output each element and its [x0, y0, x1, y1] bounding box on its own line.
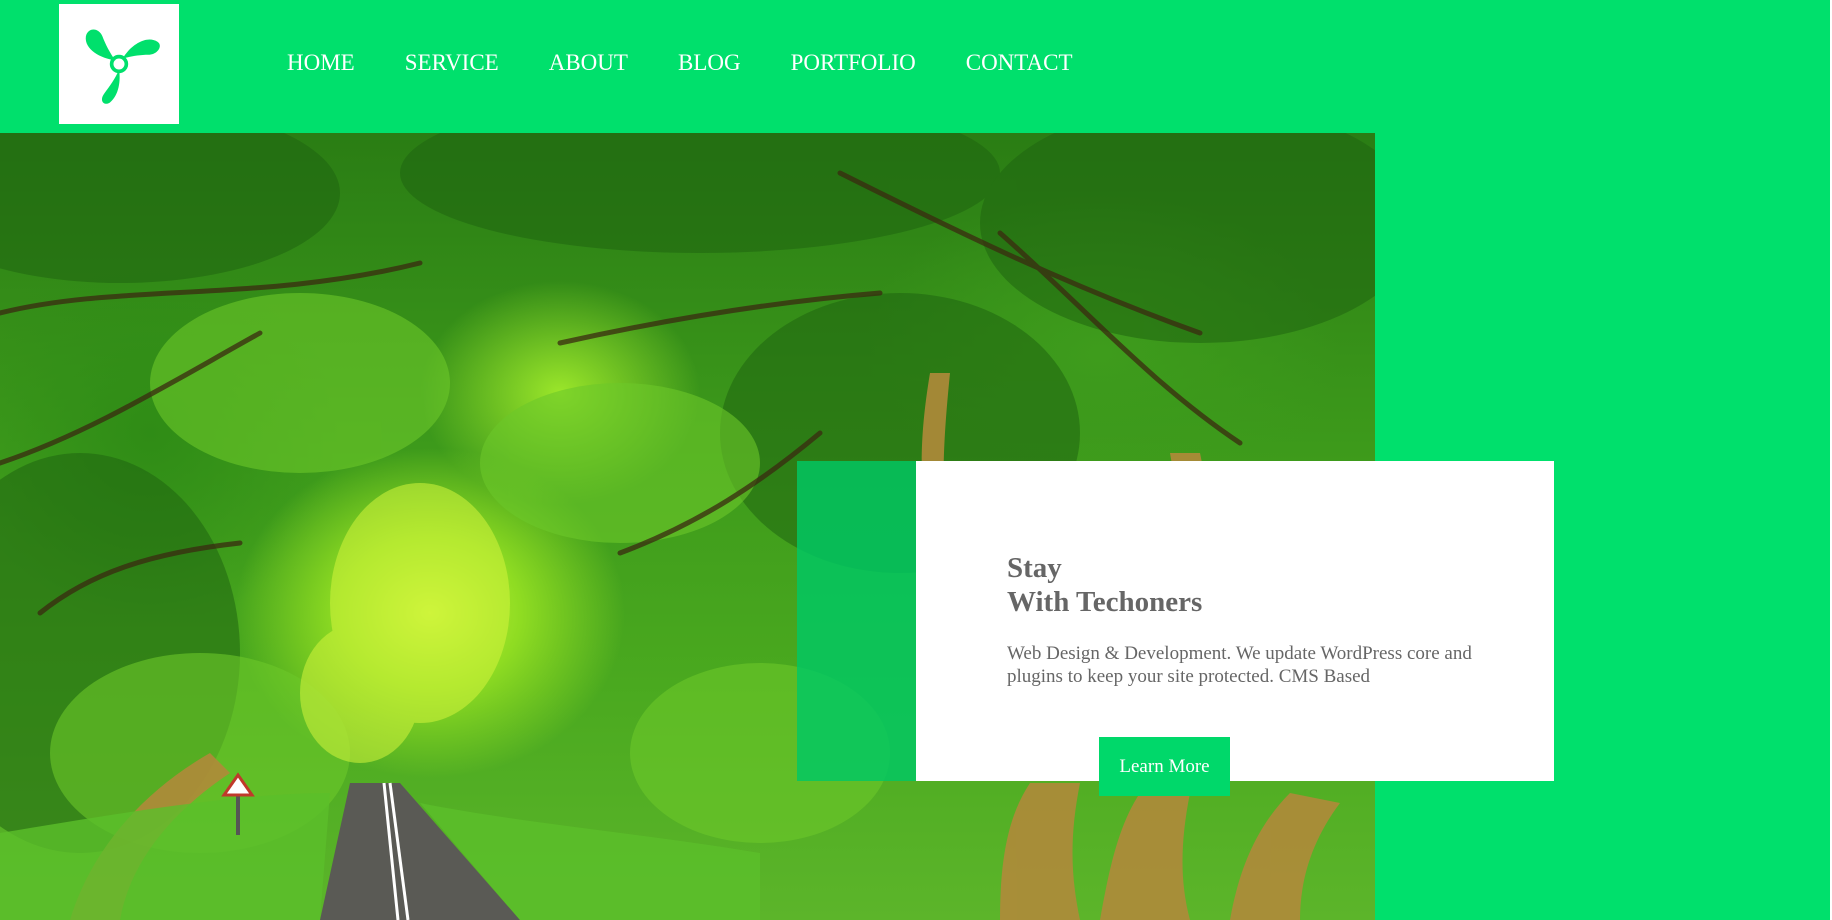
- nav-link-contact[interactable]: CONTACT: [966, 48, 1073, 78]
- nav-item-portfolio: PORTFOLIO: [791, 48, 966, 78]
- hero-title-line-2: With Techoners: [1007, 586, 1203, 618]
- nav-link-portfolio[interactable]: PORTFOLIO: [791, 48, 916, 78]
- nav-link-blog[interactable]: BLOG: [678, 48, 741, 78]
- nav-item-service: SERVICE: [405, 48, 549, 78]
- hero-title: Stay With Techoners: [1007, 551, 1202, 619]
- hero-info-card: [916, 461, 1554, 781]
- nav-link-service[interactable]: SERVICE: [405, 48, 499, 78]
- nav-item-contact: CONTACT: [966, 48, 1123, 78]
- main-navigation: HOME SERVICE ABOUT BLOG PORTFOLIO CONTAC…: [287, 48, 1123, 78]
- nav-link-home[interactable]: HOME: [287, 48, 355, 78]
- nav-item-home: HOME: [287, 48, 405, 78]
- nav-link-about[interactable]: ABOUT: [549, 48, 628, 78]
- tri-leaf-logo-icon: [85, 29, 160, 104]
- hero-description: Web Design & Development. We update Word…: [1007, 643, 1472, 687]
- page: HOME SERVICE ABOUT BLOG PORTFOLIO CONTAC…: [0, 0, 1832, 920]
- hero-title-line-1: Stay: [1007, 552, 1062, 584]
- nav-item-blog: BLOG: [678, 48, 791, 78]
- site-logo[interactable]: [59, 4, 179, 124]
- nav-item-about: ABOUT: [549, 48, 678, 78]
- learn-more-button[interactable]: Learn More: [1099, 737, 1230, 796]
- card-accent-panel: [797, 461, 917, 781]
